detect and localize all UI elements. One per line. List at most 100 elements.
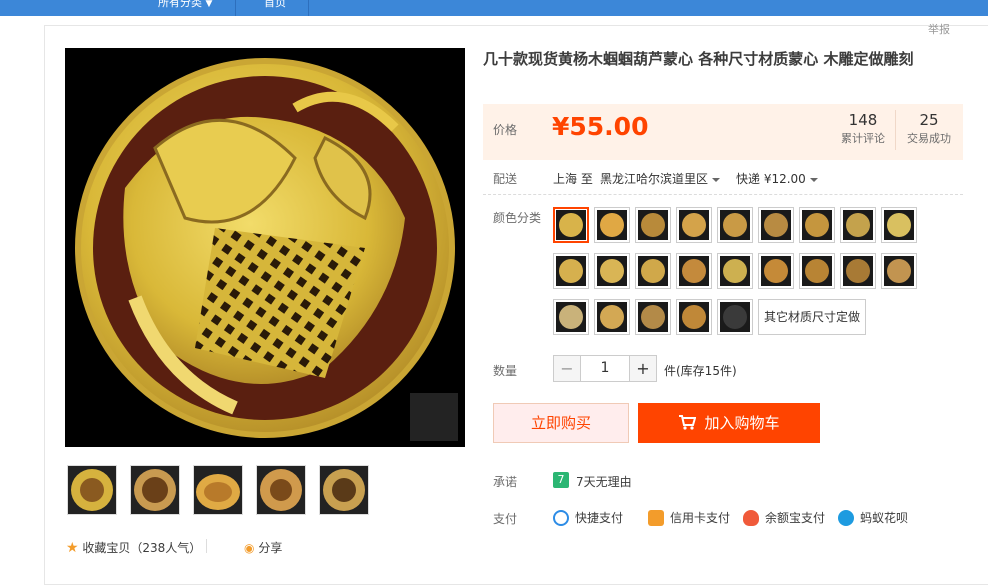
- credit-card-icon: [648, 510, 664, 526]
- share-icon: ◉: [244, 541, 255, 555]
- buy-now-button[interactable]: 立即购买: [493, 403, 629, 443]
- sales-stat: 25 交易成功: [900, 110, 958, 146]
- reviews-count: 148: [848, 111, 878, 129]
- promise-label: 承诺: [493, 475, 518, 489]
- color-swatch[interactable]: [717, 299, 753, 335]
- thumbnail-4[interactable]: [256, 465, 306, 515]
- carved-disc-image: [75, 58, 458, 441]
- quantity-minus-button[interactable]: −: [553, 355, 581, 382]
- color-swatch[interactable]: [881, 207, 917, 243]
- color-swatch[interactable]: [840, 207, 876, 243]
- add-to-cart-button[interactable]: 加入购物车: [638, 403, 820, 443]
- color-swatch-image: [884, 210, 914, 240]
- color-swatch-image: [597, 210, 627, 240]
- nav-divider: [235, 0, 236, 16]
- color-swatch-disc: [723, 213, 747, 237]
- section-divider: [483, 194, 963, 195]
- color-swatch-disc: [600, 259, 624, 283]
- share-button[interactable]: ◉ 分享: [244, 539, 282, 556]
- color-swatch[interactable]: [635, 299, 671, 335]
- color-swatch[interactable]: [799, 207, 835, 243]
- shipping-to-word: 至: [580, 172, 593, 186]
- color-swatch[interactable]: [594, 253, 630, 289]
- color-swatch-disc: [764, 259, 788, 283]
- color-swatch-disc: [682, 259, 706, 283]
- product-title: 几十款现货黄杨木蝈蝈葫芦蒙心 各种尺寸材质蒙心 木雕定做雕刻: [483, 50, 914, 68]
- favorite-button[interactable]: ★ 收藏宝贝（238人气）: [66, 539, 201, 556]
- reviews-stat[interactable]: 148 累计评论: [833, 110, 893, 146]
- shipping-origin: 上海: [553, 172, 578, 186]
- quantity-plus-button[interactable]: +: [629, 355, 657, 382]
- color-swatch[interactable]: [635, 253, 671, 289]
- color-swatch[interactable]: [717, 207, 753, 243]
- shipping-method: 快递 ¥12.00: [736, 172, 806, 186]
- color-swatch-disc: [887, 213, 911, 237]
- color-swatch[interactable]: [635, 207, 671, 243]
- color-swatch-image: [556, 302, 586, 332]
- color-swatch[interactable]: [676, 207, 712, 243]
- price-box: 价格 ¥55.00 148 累计评论 25 交易成功: [483, 104, 963, 160]
- report-link[interactable]: 举报: [928, 21, 950, 37]
- color-swatch-image: [761, 210, 791, 240]
- color-swatch-image: [638, 302, 668, 332]
- color-swatch[interactable]: [676, 253, 712, 289]
- color-swatch[interactable]: [758, 253, 794, 289]
- color-swatch-image: [843, 256, 873, 286]
- thumbnail-1[interactable]: [67, 465, 117, 515]
- color-swatch-image: [884, 256, 914, 286]
- color-swatch-disc: [600, 213, 624, 237]
- chevron-down-icon: [712, 177, 721, 182]
- nav-all-categories[interactable]: 所有分类 ▼: [158, 0, 212, 16]
- nav-home[interactable]: 首页: [264, 0, 286, 16]
- yuebao-icon: [743, 510, 759, 526]
- color-swatch[interactable]: [758, 207, 794, 243]
- color-swatch-disc: [641, 305, 665, 329]
- payment-label: 支付: [493, 512, 518, 526]
- quantity-input[interactable]: 1: [580, 355, 630, 382]
- color-swatch[interactable]: [594, 299, 630, 335]
- color-swatch-disc: [764, 213, 788, 237]
- color-swatch-image: [556, 210, 586, 240]
- cart-icon: [679, 415, 697, 430]
- color-swatch-disc: [641, 213, 665, 237]
- stock-text: 件(库存15件): [664, 364, 737, 378]
- thumbnail-2[interactable]: [130, 465, 180, 515]
- color-swatch[interactable]: [717, 253, 753, 289]
- color-swatch-image: [720, 210, 750, 240]
- main-product-image[interactable]: [65, 48, 465, 447]
- nav-all-categories-label: 所有分类: [158, 0, 202, 9]
- color-swatch-disc: [846, 259, 870, 283]
- payment-quick-label: 快捷支付: [575, 511, 624, 525]
- color-swatch-image: [761, 256, 791, 286]
- thumbnail-3[interactable]: [193, 465, 243, 515]
- color-swatch-disc: [805, 259, 829, 283]
- color-option-custom[interactable]: 其它材质尺寸定做: [758, 299, 866, 335]
- shipping-destination-select[interactable]: 黑龙江哈尔滨道里区: [600, 170, 721, 187]
- color-swatch[interactable]: [553, 207, 589, 243]
- color-swatch-image: [638, 256, 668, 286]
- color-swatch[interactable]: [840, 253, 876, 289]
- payment-yuebao-label: 余额宝支付: [765, 511, 826, 525]
- sales-label: 交易成功: [907, 132, 951, 145]
- color-swatch[interactable]: [594, 207, 630, 243]
- color-swatch[interactable]: [799, 253, 835, 289]
- payment-huabei-label: 蚂蚁花呗: [860, 511, 909, 525]
- color-swatch-disc: [641, 259, 665, 283]
- shipping-method-select[interactable]: 快递 ¥12.00: [736, 170, 818, 187]
- color-swatch-disc: [805, 213, 829, 237]
- star-icon: ★: [66, 540, 79, 556]
- color-swatch[interactable]: [676, 299, 712, 335]
- color-swatch[interactable]: [553, 253, 589, 289]
- payment-credit-card-label: 信用卡支付: [670, 511, 731, 525]
- chevron-down-icon: ▼: [205, 0, 213, 9]
- color-swatch[interactable]: [553, 299, 589, 335]
- color-swatch-disc: [682, 305, 706, 329]
- color-label: 颜色分类: [493, 211, 542, 225]
- color-swatch-image: [597, 302, 627, 332]
- thumbnail-5[interactable]: [319, 465, 369, 515]
- color-swatch-disc: [682, 213, 706, 237]
- color-swatch-image: [679, 302, 709, 332]
- promise-text[interactable]: 7天无理由: [576, 473, 632, 490]
- quantity-label: 数量: [493, 364, 518, 378]
- color-swatch[interactable]: [881, 253, 917, 289]
